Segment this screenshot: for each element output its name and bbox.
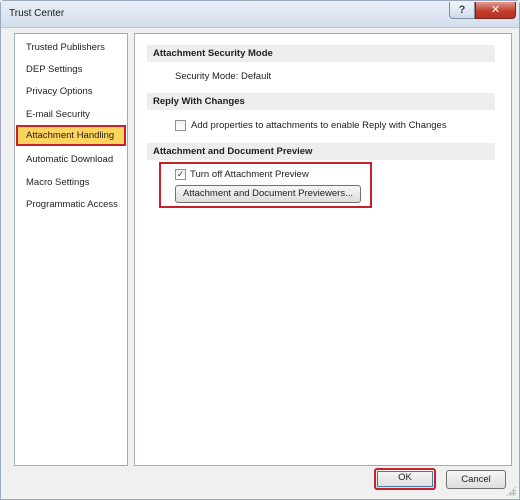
category-navigation: Trusted Publishers DEP Settings Privacy … bbox=[14, 33, 128, 466]
nav-item-programmatic-access[interactable]: Programmatic Access bbox=[16, 194, 126, 215]
resize-grip-icon[interactable] bbox=[506, 486, 516, 496]
nav-item-privacy-options[interactable]: Privacy Options bbox=[16, 81, 126, 102]
nav-item-macro-settings[interactable]: Macro Settings bbox=[16, 172, 126, 193]
nav-item-attachment-handling[interactable]: Attachment Handling bbox=[16, 125, 126, 146]
nav-item-automatic-download[interactable]: Automatic Download bbox=[16, 149, 126, 170]
checkmark-icon: ✓ bbox=[176, 169, 185, 179]
help-icon: ? bbox=[458, 4, 466, 16]
section-header-attachment-preview: Attachment and Document Preview bbox=[147, 143, 495, 160]
turn-off-preview-checkbox[interactable]: ✓ bbox=[175, 169, 186, 180]
cancel-button[interactable]: Cancel bbox=[446, 470, 506, 489]
section-header-reply-with-changes: Reply With Changes bbox=[147, 93, 495, 110]
nav-item-trusted-publishers[interactable]: Trusted Publishers bbox=[16, 37, 126, 58]
document-previewers-button[interactable]: Attachment and Document Previewers... bbox=[175, 185, 361, 203]
close-button[interactable]: ✕ bbox=[475, 2, 516, 19]
title-bar[interactable]: Trust Center ? ✕ bbox=[1, 1, 519, 28]
security-mode-text: Security Mode: Default bbox=[175, 71, 272, 82]
settings-panel: Attachment Security Mode Security Mode: … bbox=[134, 33, 512, 466]
help-button[interactable]: ? bbox=[449, 2, 475, 19]
trust-center-dialog: Trust Center ? ✕ Trusted Publishers DEP … bbox=[0, 0, 520, 500]
reply-with-changes-label[interactable]: Add properties to attachments to enable … bbox=[191, 120, 447, 131]
reply-with-changes-checkbox[interactable] bbox=[175, 120, 186, 131]
window-title: Trust Center bbox=[9, 8, 65, 19]
ok-button[interactable]: OK bbox=[374, 468, 436, 490]
turn-off-preview-label[interactable]: Turn off Attachment Preview bbox=[190, 169, 309, 180]
nav-item-dep-settings[interactable]: DEP Settings bbox=[16, 59, 126, 80]
close-icon: ✕ bbox=[490, 4, 501, 16]
nav-item-email-security[interactable]: E-mail Security bbox=[16, 104, 126, 125]
section-header-attachment-security: Attachment Security Mode bbox=[147, 45, 495, 62]
